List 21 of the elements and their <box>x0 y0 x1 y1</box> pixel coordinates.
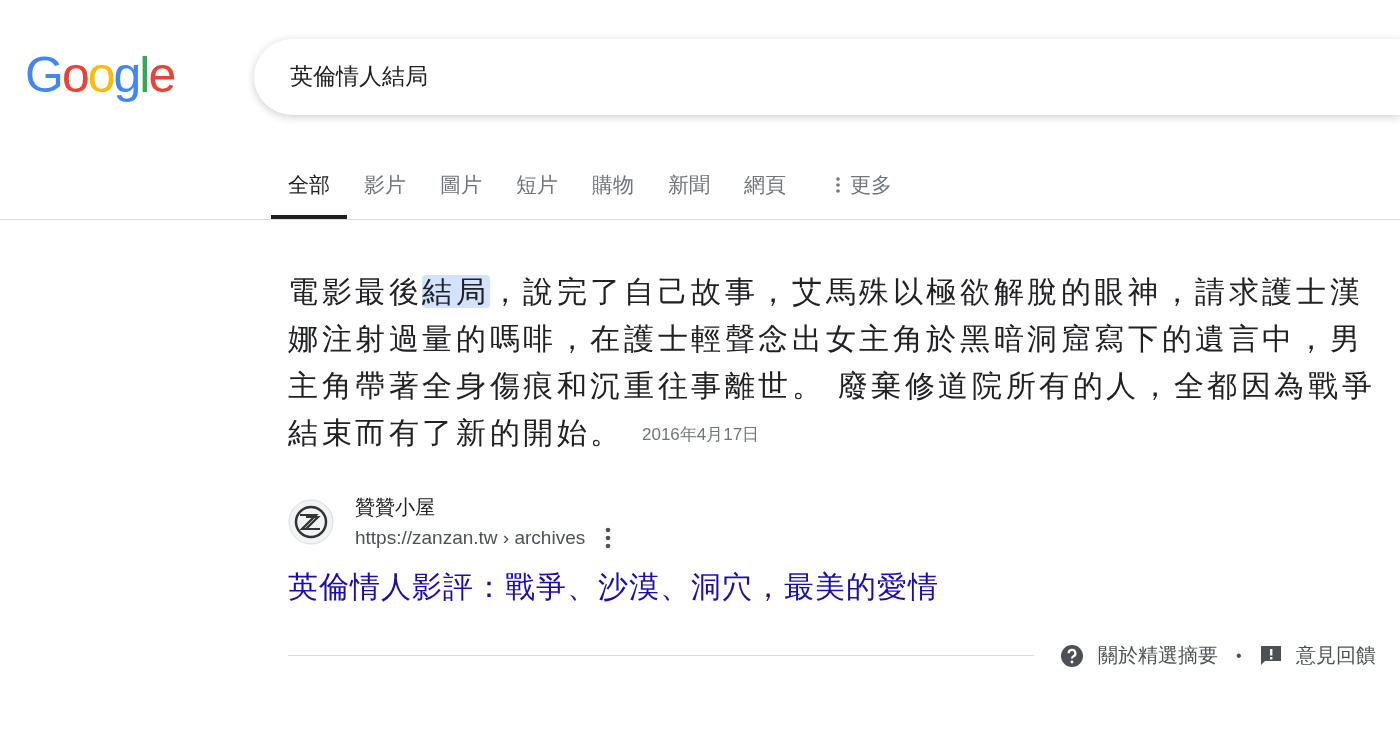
tab[interactable]: 短片 <box>499 154 575 219</box>
tab[interactable]: 新聞 <box>651 154 727 219</box>
site-logo-icon <box>288 498 334 545</box>
tab[interactable]: 全部 <box>271 154 347 219</box>
more-options-icon[interactable] <box>605 527 612 549</box>
feedback-icon[interactable] <box>1259 644 1282 667</box>
google-logo[interactable]: Google <box>25 46 254 104</box>
tab[interactable]: 購物 <box>575 154 651 219</box>
search-field[interactable]: 英倫情人結局 <box>254 38 1400 115</box>
tab[interactable]: 網頁 <box>727 154 803 219</box>
separator-dot: • <box>1236 646 1242 665</box>
more-tab[interactable]: 更多 <box>819 154 909 219</box>
site-url: https://zanzan.tw › archives <box>355 527 586 549</box>
more-icon <box>836 176 840 193</box>
tab[interactable]: 影片 <box>347 154 423 219</box>
feedback-link[interactable]: 意見回饋 <box>1295 642 1376 669</box>
help-icon[interactable] <box>1060 643 1084 668</box>
result-title-link[interactable]: 英倫情人影評：戰爭、沙漠、洞穴，最美的愛情 <box>288 567 939 608</box>
tab[interactable]: 圖片 <box>423 154 499 219</box>
about-snippets-link[interactable]: 關於精選摘要 <box>1098 642 1218 669</box>
site-name: 贊贊小屋 <box>355 495 436 520</box>
